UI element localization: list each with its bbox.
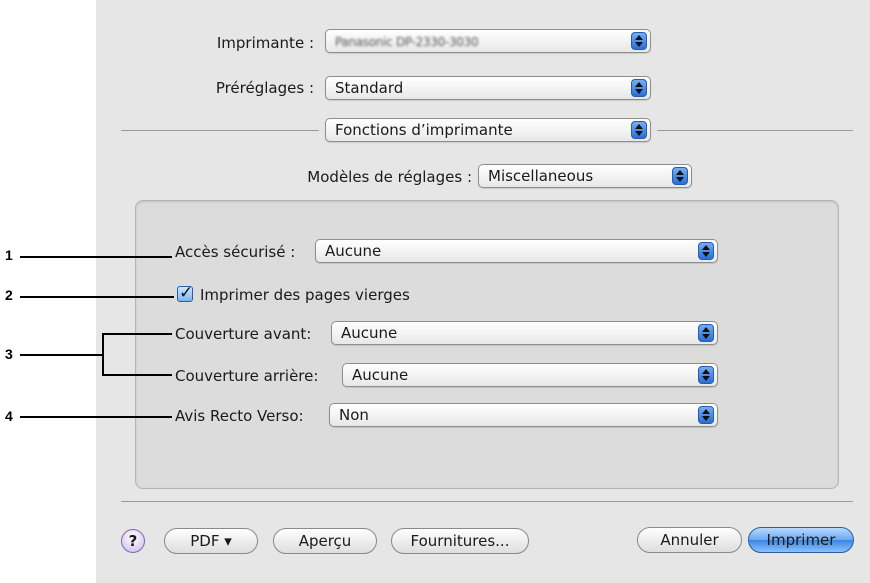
front-cover-popup[interactable]: Aucune <box>331 321 718 345</box>
duplex-notice-label: Avis Recto Verso: <box>175 407 304 425</box>
callout-3: 3 <box>5 346 13 362</box>
front-cover-label: Couverture avant: <box>175 325 312 343</box>
separator-left <box>121 130 319 131</box>
popup-arrows-icon <box>698 324 714 342</box>
callout-3-line <box>20 354 103 356</box>
printer-value: Panasonic DP-2330-3030 <box>335 35 479 49</box>
back-cover-label: Couverture arrière: <box>175 367 319 385</box>
front-cover-value: Aucune <box>341 324 398 342</box>
models-popup[interactable]: Miscellaneous <box>478 164 692 188</box>
secure-access-label: Accès sécurisé : <box>175 243 296 261</box>
callout-2-line <box>20 296 174 298</box>
printer-popup[interactable]: Panasonic DP-2330-3030 <box>325 29 651 53</box>
duplex-notice-value: Non <box>339 406 369 424</box>
presets-label: Préréglages : <box>215 79 314 97</box>
presets-popup[interactable]: Standard <box>325 76 651 100</box>
section-value: Fonctions d’imprimante <box>335 121 513 139</box>
popup-arrows-icon <box>631 32 647 50</box>
popup-arrows-icon <box>698 242 714 260</box>
callout-1: 1 <box>5 247 13 263</box>
print-button[interactable]: Imprimer <box>748 527 854 553</box>
popup-arrows-icon <box>672 167 688 185</box>
callout-1-line <box>20 256 172 258</box>
checkmark-icon: ✓ <box>179 283 194 303</box>
secure-access-popup[interactable]: Aucune <box>315 239 718 263</box>
cancel-button[interactable]: Annuler <box>637 527 742 553</box>
separator-right <box>657 130 853 131</box>
models-label: Modèles de réglages : <box>307 168 472 186</box>
back-cover-popup[interactable]: Aucune <box>342 363 718 387</box>
models-value: Miscellaneous <box>488 167 594 185</box>
callout-3-bracket <box>102 333 104 376</box>
callout-4-line <box>20 416 172 418</box>
callout-2: 2 <box>5 287 13 303</box>
popup-arrows-icon <box>698 366 714 384</box>
popup-arrows-icon <box>631 79 647 97</box>
callout-4: 4 <box>5 408 13 424</box>
supplies-button[interactable]: Fournitures... <box>391 528 529 554</box>
callout-3-top <box>102 333 172 335</box>
popup-arrows-icon <box>631 121 647 139</box>
callout-3-bottom <box>102 374 172 376</box>
preview-button[interactable]: Aperçu <box>273 528 377 554</box>
back-cover-value: Aucune <box>352 366 409 384</box>
section-popup[interactable]: Fonctions d’imprimante <box>325 118 651 142</box>
popup-arrows-icon <box>698 406 714 424</box>
duplex-notice-popup[interactable]: Non <box>329 403 718 427</box>
print-blank-pages-checkbox[interactable]: ✓ <box>177 283 194 303</box>
pdf-button[interactable]: PDF ▾ <box>164 528 258 554</box>
presets-value: Standard <box>335 79 404 97</box>
print-blank-pages-label: Imprimer des pages vierges <box>200 286 410 304</box>
printer-label: Imprimante : <box>216 34 314 52</box>
bottom-separator <box>121 501 853 502</box>
secure-access-value: Aucune <box>325 242 382 260</box>
help-button[interactable]: ? <box>121 529 145 553</box>
